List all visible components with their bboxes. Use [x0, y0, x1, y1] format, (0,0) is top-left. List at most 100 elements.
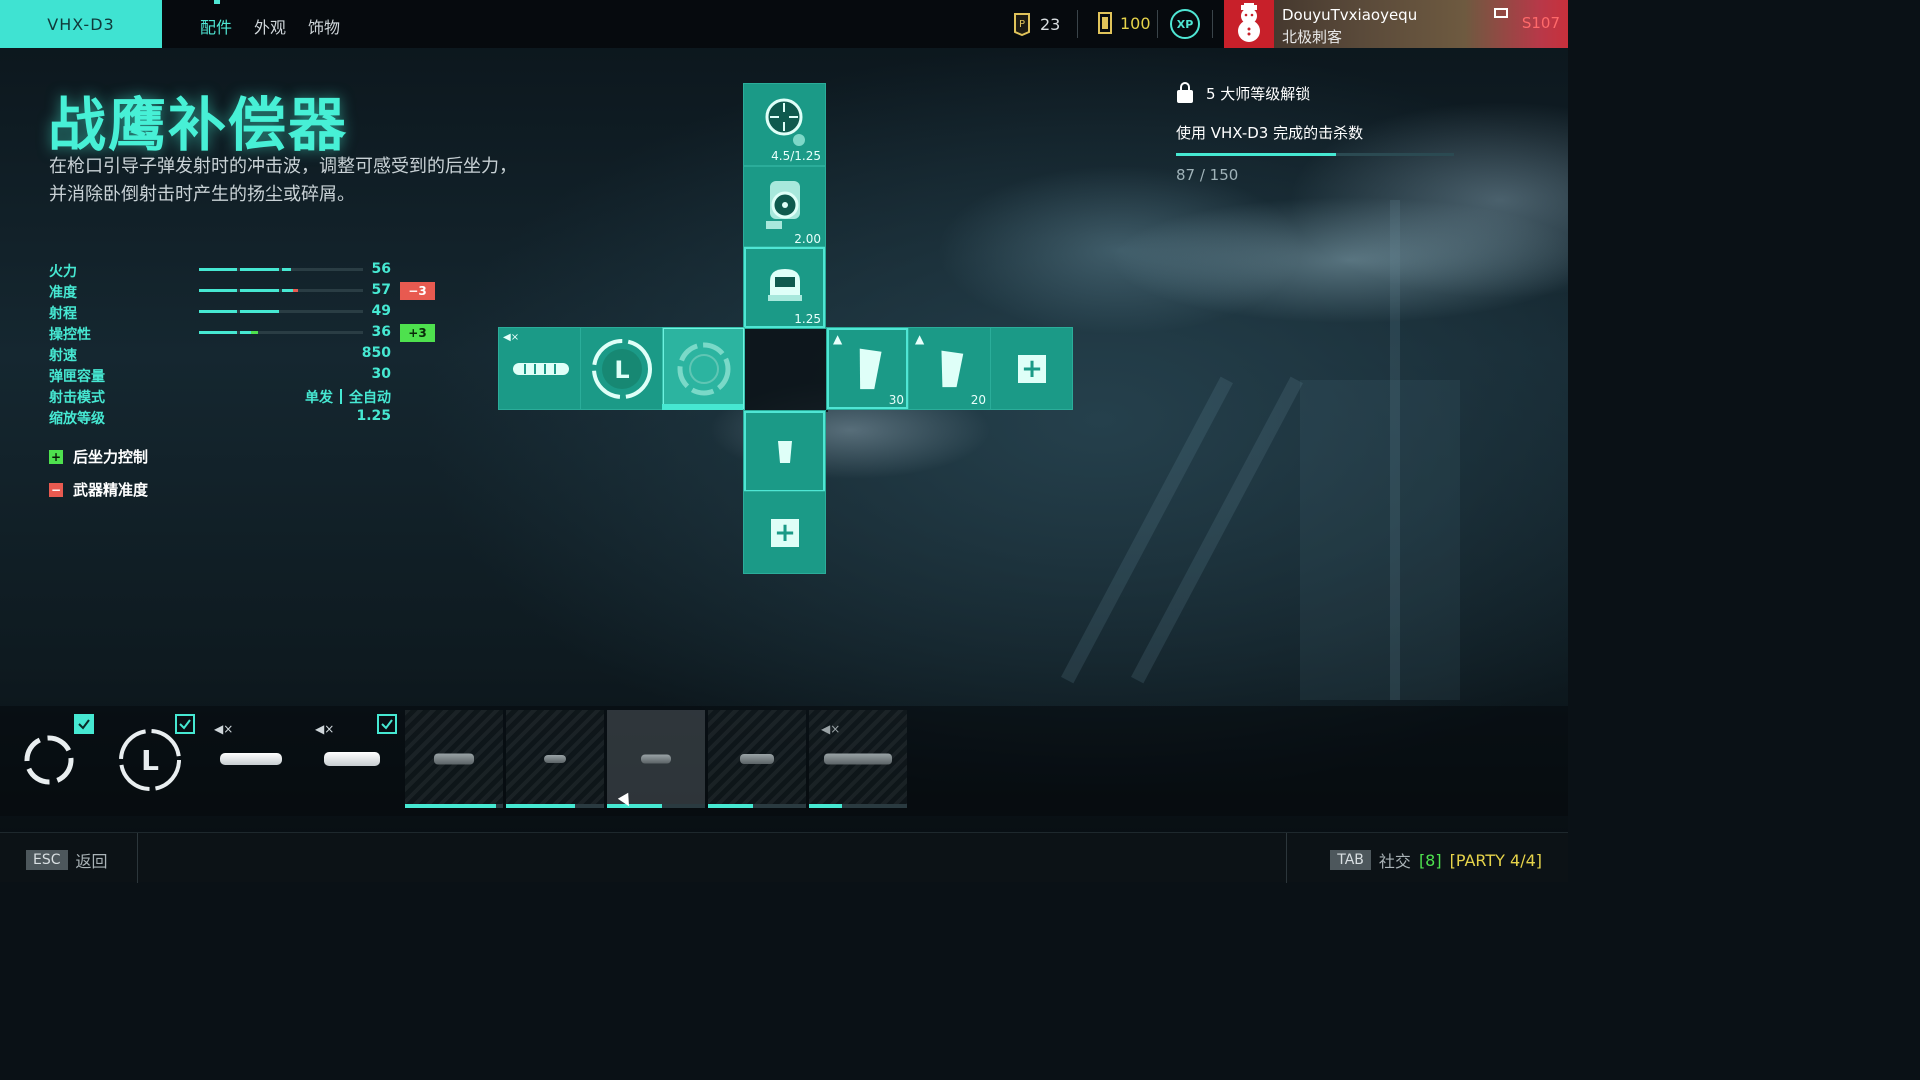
coin-icon: P — [1014, 13, 1030, 36]
stat-row-fire-rate: 射速 850 — [49, 344, 449, 365]
optic-slot-3[interactable]: 1.25 — [743, 246, 826, 329]
stat-label: 射速 — [49, 348, 77, 364]
stat-row-firepower: 火力 56 — [49, 260, 449, 281]
add-magazine-slot[interactable]: + — [990, 327, 1073, 410]
tab-charms[interactable]: 饰物 — [308, 14, 340, 38]
muzzle-l-icon: L — [592, 339, 652, 399]
carousel-item-locked-5[interactable]: ◀× — [809, 710, 907, 808]
suppressor-icon — [324, 752, 380, 766]
carousel-item-locked-3[interactable] — [607, 710, 705, 808]
muzzle-brake-icon — [434, 753, 474, 765]
zoom-value: 2.00 — [794, 232, 821, 246]
carousel-item-suppressor-2[interactable]: ◀× — [303, 710, 401, 808]
social-label: 社交 — [1378, 852, 1411, 871]
optic-slot-1[interactable]: 4.5/1.25 — [743, 83, 826, 166]
compensator-icon — [24, 735, 74, 785]
carousel-item-muzzle-l[interactable]: L — [101, 710, 199, 808]
social-button[interactable]: TAB 社交 [8] [PARTY 4/4] — [1330, 848, 1542, 872]
weapon-center-slot — [745, 329, 828, 412]
fire-mode-auto: 全自动 — [349, 390, 391, 406]
con-item: − 武器精准度 — [49, 479, 148, 500]
con-label: 武器精准度 — [73, 481, 149, 499]
stat-delta-positive: +3 — [400, 324, 435, 342]
stat-label: 射程 — [49, 306, 77, 322]
unlock-panel: 5 大师等级解锁 使用 VHX-D3 完成的击杀数 87 / 150 — [1176, 82, 1456, 184]
magazine-count: 20 — [970, 393, 986, 407]
stat-value: 30 — [371, 366, 391, 382]
stat-value: 850 — [361, 345, 391, 361]
divider — [1286, 833, 1287, 883]
stat-row-handling: 操控性 36 +3 — [49, 323, 449, 344]
pro-item: + 后坐力控制 — [49, 446, 148, 467]
plus-icon: + — [49, 449, 63, 464]
esc-key: ESC — [26, 850, 68, 870]
muzzle-l-icon: L — [119, 729, 181, 791]
stat-bar — [199, 331, 363, 334]
monitor-icon — [1494, 8, 1508, 18]
footer-bar: ESC 返回 TAB 社交 [8] [PARTY 4/4] — [0, 832, 1568, 883]
muted-icon: ◀× — [214, 722, 234, 736]
carousel-item-locked-2[interactable] — [506, 710, 604, 808]
pro-label: 后坐力控制 — [73, 448, 149, 466]
selected-slot-indicator — [662, 404, 743, 410]
scope-icon — [765, 98, 805, 146]
divider — [1157, 10, 1158, 38]
minus-icon: − — [49, 482, 63, 497]
tab-attachments[interactable]: 配件 — [200, 14, 232, 38]
carousel-item-locked-1[interactable] — [405, 710, 503, 808]
add-underbarrel-slot[interactable]: + — [743, 491, 826, 574]
party-status: [PARTY 4/4] — [1449, 850, 1542, 870]
carousel-item-locked-4[interactable] — [708, 710, 806, 808]
tab-appearance[interactable]: 外观 — [254, 14, 286, 38]
xp-icon: XP — [1170, 9, 1200, 39]
back-button[interactable]: ESC 返回 — [26, 848, 108, 872]
compensator-part-icon — [641, 754, 671, 764]
stat-row-zoom: 缩放等级 1.25 — [49, 407, 449, 428]
svg-text:P: P — [1019, 19, 1025, 30]
check-icon — [377, 714, 397, 734]
suppressor-icon — [220, 753, 282, 765]
optic-slot-2[interactable]: 2.00 — [743, 166, 826, 249]
flash-hider-icon — [544, 755, 566, 763]
holo-sight-icon — [768, 269, 802, 301]
player-profile[interactable]: DouyuTvxiaoyequ 北极刺客 S107 — [1224, 0, 1568, 48]
zoom-value: 4.5/1.25 — [771, 149, 821, 163]
divider — [1077, 10, 1078, 38]
magazine-slot-1[interactable]: ▲ 30 — [826, 327, 909, 410]
coins-value: 23 — [1040, 14, 1061, 34]
muted-icon: ◀× — [821, 722, 841, 736]
bonds-value: 100 — [1120, 13, 1151, 33]
magazine-count: 30 — [888, 393, 904, 407]
category-tabs: 配件 外观 饰物 — [200, 14, 340, 38]
bonds-counter: 100 — [1098, 12, 1151, 34]
underbarrel-slot[interactable] — [743, 410, 826, 493]
xp-indicator[interactable]: XP — [1170, 9, 1200, 39]
back-label: 返回 — [75, 852, 108, 871]
stat-value: 1.25 — [356, 408, 391, 424]
suppressor-icon — [513, 363, 569, 375]
carousel-item-suppressor-1[interactable]: ◀× — [202, 710, 300, 808]
top-bar: VHX-D3 配件 外观 饰物 P 23 100 XP DouyuTvxiaoy… — [0, 0, 1568, 48]
muzzle-part-icon — [740, 754, 774, 764]
grip-icon — [778, 441, 792, 463]
stat-value: 36 — [371, 324, 391, 340]
stat-bar — [199, 310, 363, 313]
stat-label: 火力 — [49, 264, 77, 280]
magazine-slot-2[interactable]: ▲ 20 — [908, 327, 991, 410]
muzzle-slot-selected[interactable] — [662, 327, 745, 410]
plus-icon: + — [771, 519, 799, 547]
stat-value: 56 — [371, 261, 391, 277]
coins-counter: P 23 — [1012, 12, 1060, 36]
player-name: DouyuTvxiaoyequ — [1282, 6, 1418, 24]
carousel-item-compensator[interactable] — [0, 710, 98, 808]
barrel-slot[interactable]: ◀× — [498, 327, 581, 410]
lock-icon — [1176, 82, 1194, 104]
stat-row-range: 射程 49 — [49, 302, 449, 323]
divider — [1212, 10, 1213, 38]
fire-mode-value: 单发 全自动 — [305, 387, 391, 407]
stat-label: 操控性 — [49, 327, 91, 343]
active-tab-marker — [214, 0, 220, 4]
unlock-progress — [506, 804, 604, 808]
weapon-name-tab[interactable]: VHX-D3 — [0, 0, 162, 48]
muzzle-slot-l[interactable]: L — [580, 327, 663, 410]
